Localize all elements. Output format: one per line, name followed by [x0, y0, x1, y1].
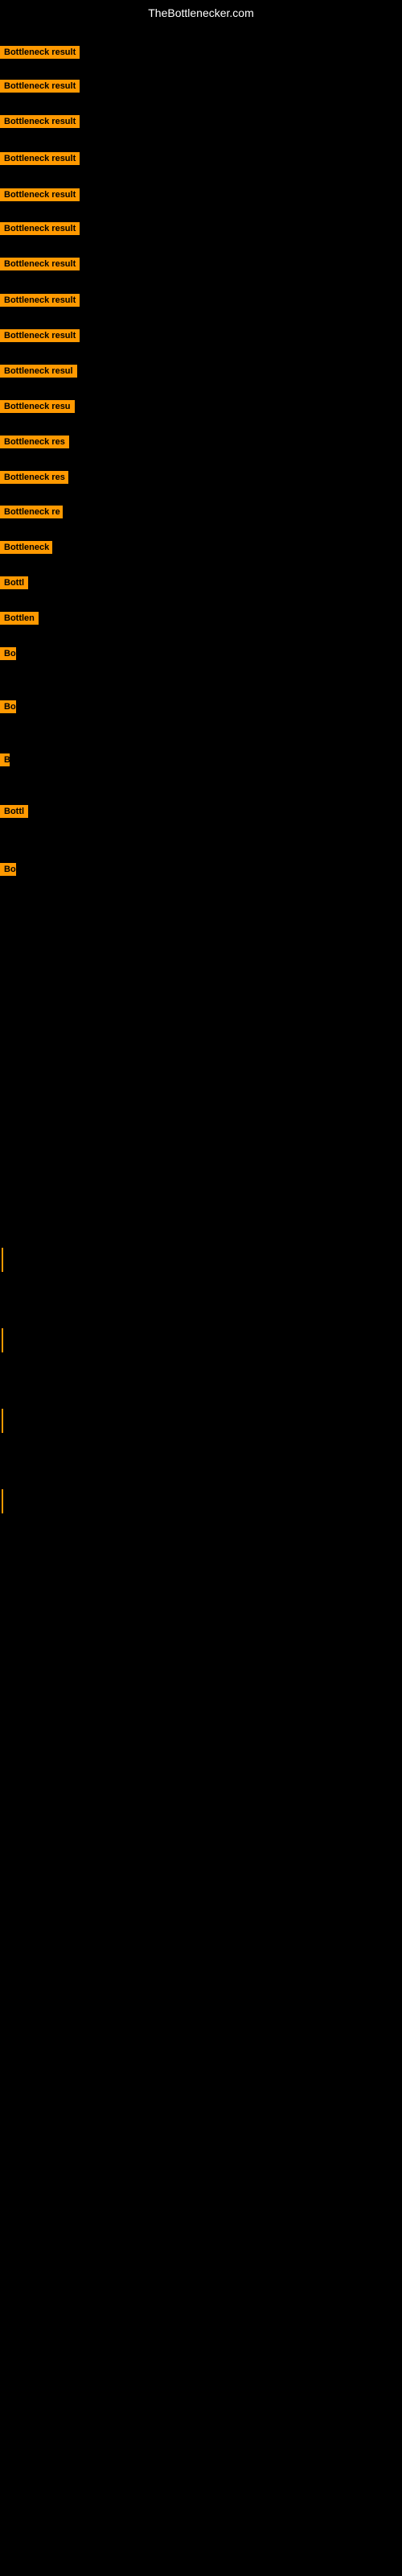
- bottleneck-badge-15[interactable]: Bottl: [0, 576, 28, 589]
- bottleneck-badge-2[interactable]: Bottleneck result: [0, 115, 80, 128]
- bottleneck-badge-13[interactable]: Bottleneck re: [0, 506, 63, 518]
- bottleneck-badge-11[interactable]: Bottleneck res: [0, 436, 69, 448]
- bottleneck-badge-3[interactable]: Bottleneck result: [0, 152, 80, 165]
- bottleneck-badge-6[interactable]: Bottleneck result: [0, 258, 80, 270]
- bottleneck-badge-12[interactable]: Bottleneck res: [0, 471, 68, 484]
- bottleneck-badge-21[interactable]: Bo: [0, 863, 16, 876]
- bottleneck-badge-9[interactable]: Bottleneck resul: [0, 365, 77, 378]
- bottleneck-badge-16[interactable]: Bottlen: [0, 612, 39, 625]
- vertical-line-2: [2, 1409, 3, 1433]
- bottleneck-badge-0[interactable]: Bottleneck result: [0, 46, 80, 59]
- vertical-line-1: [2, 1328, 3, 1352]
- bottleneck-badge-5[interactable]: Bottleneck result: [0, 222, 80, 235]
- vertical-line-3: [2, 1489, 3, 1513]
- bottleneck-badge-19[interactable]: B: [0, 753, 10, 766]
- bottleneck-badge-18[interactable]: Bo: [0, 700, 16, 713]
- site-title: TheBottlenecker.com: [0, 2, 402, 24]
- bottleneck-badge-7[interactable]: Bottleneck result: [0, 294, 80, 307]
- bottleneck-badge-20[interactable]: Bottl: [0, 805, 28, 818]
- bottleneck-badge-8[interactable]: Bottleneck result: [0, 329, 80, 342]
- bottleneck-badge-14[interactable]: Bottleneck: [0, 541, 52, 554]
- bottleneck-badge-1[interactable]: Bottleneck result: [0, 80, 80, 93]
- vertical-line-0: [2, 1248, 3, 1272]
- bottleneck-badge-10[interactable]: Bottleneck resu: [0, 400, 75, 413]
- bottleneck-badge-4[interactable]: Bottleneck result: [0, 188, 80, 201]
- bottleneck-badge-17[interactable]: Bo: [0, 647, 16, 660]
